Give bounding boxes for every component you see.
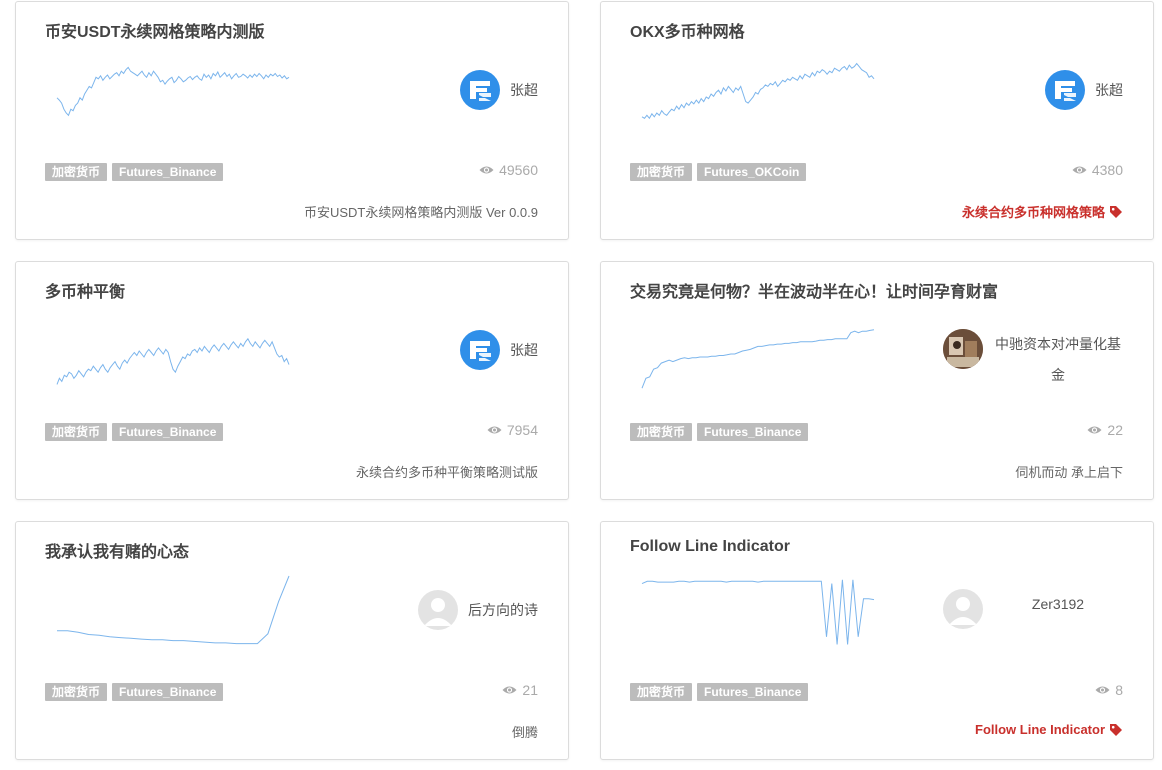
author-link[interactable]: 中驰资本对冲量化基金 <box>923 329 1123 383</box>
tag[interactable]: 加密货币 <box>45 423 108 441</box>
tag[interactable]: Futures_Binance <box>697 683 809 701</box>
eye-icon <box>1095 685 1110 695</box>
eye-icon <box>487 425 502 435</box>
performance-sparkline <box>56 337 290 385</box>
footer-text: 倒腾 <box>511 725 538 740</box>
view-count: 8 <box>1095 682 1123 698</box>
tag-icon <box>1109 723 1123 737</box>
view-count: 7954 <box>487 422 538 438</box>
tag-list: 加密货币 Futures_Binance <box>45 423 224 441</box>
default-user-icon <box>418 590 458 630</box>
strategy-card[interactable]: 币安USDT永续网格策略内测版张超加密货币 Futures_Binance 4956… <box>15 1 569 240</box>
sparkline-series <box>56 337 290 385</box>
tag-list: 加密货币 Futures_Binance <box>630 683 809 701</box>
tag[interactable]: 加密货币 <box>630 423 693 441</box>
eye-icon <box>1087 425 1102 435</box>
view-count: 21 <box>502 682 538 698</box>
author-link[interactable]: 张超 <box>883 70 1123 110</box>
author-name: 后方向的诗 <box>468 601 538 618</box>
author-name: 张超 <box>1095 81 1123 98</box>
view-count-value: 49560 <box>499 162 538 178</box>
footer-text: Follow Line Indicator <box>975 722 1105 737</box>
view-count: 22 <box>1087 422 1123 438</box>
footer-text: 永续合约多币种网格策略 <box>961 205 1105 220</box>
author-name: Zer3192 <box>1031 596 1085 612</box>
tag-list: 加密货币 Futures_Binance <box>45 683 224 701</box>
strategy-title[interactable]: 多币种平衡 <box>45 278 545 302</box>
sparkline-series <box>641 579 875 645</box>
strategy-card[interactable]: Follow Line Indicator Zer3192 加密货币 Futures_… <box>600 521 1154 760</box>
strategy-card[interactable]: OKX多币种网格张超加密货币 Futures_OKCoin 4380 永续合约多币种网… <box>600 1 1154 240</box>
footer-text: 永续合约多币种平衡策略测试版 <box>355 465 538 480</box>
strategy-title[interactable]: 币安USDT永续网格策略内测版 <box>45 18 545 42</box>
strategy-card[interactable]: 交易究竟是何物？半在波动半在心！让时间孕育财富中驰资本对冲量化基金加密货币 Fut… <box>600 261 1154 500</box>
performance-sparkline <box>56 66 290 117</box>
strategy-title[interactable]: Follow Line Indicator <box>630 538 1130 556</box>
tag-list: 加密货币 Futures_Binance <box>630 423 809 441</box>
performance-sparkline <box>57 575 290 645</box>
author-link[interactable]: 张超 <box>298 330 538 370</box>
strategy-card[interactable]: 多币种平衡张超加密货币 Futures_Binance 7954 永续合约多币种平衡策… <box>15 261 569 500</box>
view-count-value: 22 <box>1107 422 1123 438</box>
view-count-value: 21 <box>522 682 538 698</box>
performance-sparkline <box>641 329 875 389</box>
strategy-description: 币安USDT永续网格策略内测版 Ver 0.0.9 <box>304 202 538 221</box>
strategy-description: 伺机而动 承上启下 <box>1015 462 1123 481</box>
view-count-value: 7954 <box>506 422 538 438</box>
view-count: 4380 <box>1072 162 1123 178</box>
author-name: 中驰资本对冲量化基金 <box>995 336 1121 383</box>
footer-text: 币安USDT永续网格策略内测版 Ver 0.0.9 <box>303 205 538 220</box>
tag[interactable]: Futures_Binance <box>697 423 809 441</box>
strategy-card-grid: 币安USDT永续网格策略内测版 张超 加密货币 Futures_Binance 4956… <box>0 0 1162 770</box>
strategy-title[interactable]: 交易究竟是何物？半在波动半在心！让时间孕育财富 <box>630 278 1130 302</box>
tag[interactable]: 加密货币 <box>45 683 108 701</box>
fmz-logo-icon <box>460 70 500 110</box>
view-count-value: 4380 <box>1091 162 1123 178</box>
footer-text: 伺机而动 承上启下 <box>1015 465 1123 480</box>
author-link[interactable]: 张超 <box>298 70 538 110</box>
strategy-title[interactable]: 我承认我有赌的心态 <box>45 538 545 562</box>
view-count: 49560 <box>479 162 538 178</box>
author-name: 张超 <box>510 341 538 358</box>
performance-sparkline <box>641 62 875 120</box>
sparkline-series <box>57 575 290 645</box>
default-user-icon <box>943 589 983 629</box>
eye-icon <box>1072 165 1087 175</box>
author-link[interactable]: 后方向的诗 <box>298 590 538 630</box>
sparkline-series <box>641 329 875 389</box>
tag[interactable]: 加密货币 <box>45 163 108 181</box>
tag-icon <box>1109 205 1123 219</box>
tag[interactable]: Futures_Binance <box>112 683 224 701</box>
tag[interactable]: 加密货币 <box>630 163 693 181</box>
photo-avatar-icon <box>943 329 983 369</box>
eye-icon <box>502 685 517 695</box>
linked-strategy-link[interactable]: 永续合约多币种网格策略 <box>962 202 1123 221</box>
performance-sparkline <box>641 579 875 645</box>
tag-list: 加密货币 Futures_Binance <box>45 163 224 181</box>
tag[interactable]: Futures_Binance <box>112 423 224 441</box>
strategy-description: 倒腾 <box>512 722 538 741</box>
strategy-description: 永续合约多币种平衡策略测试版 <box>356 462 538 481</box>
view-count-value: 8 <box>1115 682 1123 698</box>
fmz-logo-icon <box>460 330 500 370</box>
tag[interactable]: Futures_OKCoin <box>697 163 807 181</box>
eye-icon <box>479 165 494 175</box>
tag[interactable]: Futures_Binance <box>112 163 224 181</box>
strategy-title[interactable]: OKX多币种网格 <box>630 18 1130 42</box>
strategy-card[interactable]: 我承认我有赌的心态后方向的诗加密货币 Futures_Binance 21 倒腾 <box>15 521 569 760</box>
tag[interactable]: 加密货币 <box>630 683 693 701</box>
sparkline-series <box>56 66 290 117</box>
author-link[interactable]: Zer3192 <box>923 589 1123 629</box>
fmz-logo-icon <box>1045 70 1085 110</box>
linked-strategy-link[interactable]: Follow Line Indicator <box>975 722 1123 737</box>
tag-list: 加密货币 Futures_OKCoin <box>630 163 807 181</box>
author-name: 张超 <box>510 81 538 98</box>
sparkline-series <box>641 62 875 120</box>
